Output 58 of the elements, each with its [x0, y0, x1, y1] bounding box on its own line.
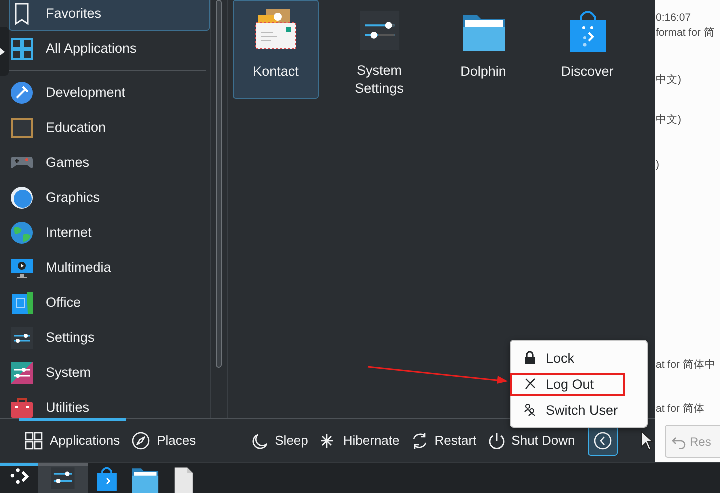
app-tile[interactable]: Kontact [233, 0, 319, 99]
more-button[interactable] [588, 426, 618, 456]
globe-icon [10, 220, 34, 244]
power-button[interactable]: Sleep [248, 424, 312, 456]
sliders-icon [10, 326, 34, 350]
window-text: 0:16:07 [656, 11, 692, 25]
app-tile[interactable]: Discover [544, 0, 631, 99]
power-icon [488, 432, 506, 450]
cursor-icon [641, 431, 655, 451]
grid-icon [10, 36, 34, 60]
chevron-left-icon [594, 432, 612, 450]
window-text: at for 简体 [656, 402, 706, 416]
window-text: at for 简体中 [656, 358, 717, 372]
window-text: ) [656, 158, 660, 172]
app-tile[interactable]: System Settings [336, 0, 423, 99]
category-item[interactable]: Education [9, 110, 210, 145]
app-tile[interactable]: Dolphin [440, 0, 527, 99]
category-item[interactable]: Graphics [9, 180, 210, 215]
panel-handle[interactable] [0, 27, 9, 76]
category-item[interactable]: Development [9, 75, 210, 110]
scrollbar-thumb[interactable] [216, 0, 222, 368]
users-icon [523, 403, 537, 417]
menu-item[interactable]: Switch User [511, 397, 647, 423]
hammer-icon [10, 80, 34, 104]
category-item[interactable]: Internet [9, 215, 210, 250]
power-button[interactable]: Restart [408, 424, 480, 456]
menu-item[interactable]: Log Out [511, 371, 647, 397]
taskbar-item[interactable] [38, 463, 88, 493]
category-item[interactable]: Games [9, 145, 210, 180]
tab[interactable]: Places [126, 418, 202, 460]
category-item[interactable]: Office [9, 285, 210, 320]
document-icon [10, 290, 34, 314]
window-text: 中文) [656, 113, 682, 127]
sidebar-item[interactable]: All Applications [9, 31, 210, 66]
category-item[interactable]: Utilities [9, 390, 210, 418]
moon-icon [251, 432, 270, 450]
window-text: 中文) [656, 73, 682, 87]
category-item[interactable]: Multimedia [9, 250, 210, 285]
sidebar-item[interactable]: Favorites [9, 0, 210, 31]
gamepad-icon [10, 155, 34, 170]
toolbox-icon [10, 396, 34, 418]
triangle-icon [0, 48, 5, 56]
lock-icon [523, 351, 537, 365]
exit-icon [523, 377, 537, 391]
menu-item[interactable]: Lock [511, 345, 647, 371]
folder-icon [130, 466, 160, 493]
power-button[interactable]: Hibernate [316, 424, 403, 456]
grid-icon [25, 432, 43, 450]
window-text: format for 简 [656, 26, 716, 40]
category-item[interactable]: System [9, 355, 210, 390]
undo-icon [672, 434, 686, 448]
compass-icon [132, 432, 150, 450]
sliders-icon [10, 360, 34, 384]
circle-icon [10, 186, 34, 210]
category-item[interactable]: Settings [9, 320, 210, 355]
refresh-icon [410, 432, 429, 450]
power-button[interactable]: Shut Down [484, 424, 578, 456]
chalkboard-icon [10, 116, 34, 140]
